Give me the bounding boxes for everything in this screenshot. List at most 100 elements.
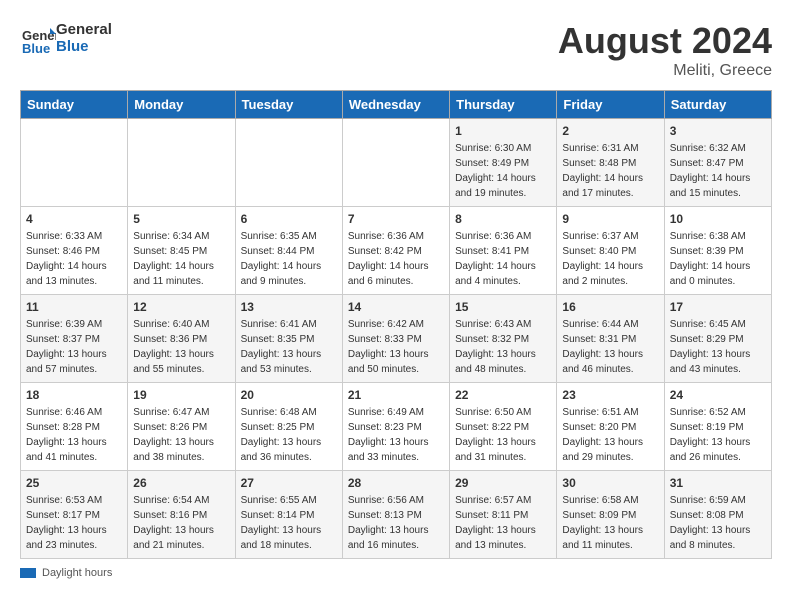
daylight-legend-box xyxy=(20,568,36,578)
day-info: Sunrise: 6:30 AMSunset: 8:49 PMDaylight:… xyxy=(455,141,551,201)
day-cell: 14 Sunrise: 6:42 AMSunset: 8:33 PMDayligh… xyxy=(342,295,449,383)
day-info: Sunrise: 6:52 AMSunset: 8:19 PMDaylight:… xyxy=(670,405,766,465)
svg-text:Blue: Blue xyxy=(22,41,50,56)
day-info: Sunrise: 6:31 AMSunset: 8:48 PMDaylight:… xyxy=(562,141,658,201)
logo-line1: General xyxy=(56,21,112,38)
day-cell: 10 Sunrise: 6:38 AMSunset: 8:39 PMDayligh… xyxy=(664,207,771,295)
day-number: 31 xyxy=(670,476,766,490)
day-info: Sunrise: 6:44 AMSunset: 8:31 PMDaylight:… xyxy=(562,317,658,377)
day-number: 15 xyxy=(455,300,551,314)
day-number: 28 xyxy=(348,476,444,490)
day-info: Sunrise: 6:37 AMSunset: 8:40 PMDaylight:… xyxy=(562,229,658,289)
day-info: Sunrise: 6:58 AMSunset: 8:09 PMDaylight:… xyxy=(562,493,658,553)
day-number: 7 xyxy=(348,212,444,226)
day-number: 1 xyxy=(455,124,551,138)
day-info: Sunrise: 6:51 AMSunset: 8:20 PMDaylight:… xyxy=(562,405,658,465)
day-number: 18 xyxy=(26,388,122,402)
day-cell: 12Sunrise: 6:40 AMSunset: 8:36 PMDayligh… xyxy=(128,295,235,383)
day-cell xyxy=(21,119,128,207)
day-cell: 13Sunrise: 6:41 AMSunset: 8:35 PMDayligh… xyxy=(235,295,342,383)
day-number: 17 xyxy=(670,300,766,314)
day-number: 4 xyxy=(26,212,122,226)
day-cell: 23Sunrise: 6:51 AMSunset: 8:20 PMDayligh… xyxy=(557,383,664,471)
day-cell: 16 Sunrise: 6:44 AMSunset: 8:31 PMDayligh… xyxy=(557,295,664,383)
day-cell: 7 Sunrise: 6:36 AMSunset: 8:42 PMDaylight… xyxy=(342,207,449,295)
day-number: 30 xyxy=(562,476,658,490)
day-cell: 21Sunrise: 6:49 AMSunset: 8:23 PMDayligh… xyxy=(342,383,449,471)
day-info: Sunrise: 6:39 AMSunset: 8:37 PMDaylight:… xyxy=(26,317,122,377)
page-header: General Blue General Blue August 2024 Me… xyxy=(20,20,772,80)
day-cell: 28 Sunrise: 6:56 AMSunset: 8:13 PMDayligh… xyxy=(342,471,449,559)
day-number: 22 xyxy=(455,388,551,402)
day-cell: 18 Sunrise: 6:46 AMSunset: 8:28 PMDayligh… xyxy=(21,383,128,471)
day-number: 12 xyxy=(133,300,229,314)
day-cell: 25Sunrise: 6:53 AMSunset: 8:17 PMDayligh… xyxy=(21,471,128,559)
day-info: Sunrise: 6:32 AMSunset: 8:47 PMDaylight:… xyxy=(670,141,766,201)
day-info: Sunrise: 6:56 AMSunset: 8:13 PMDaylight:… xyxy=(348,493,444,553)
header-monday: Monday xyxy=(128,91,235,119)
calendar-table: SundayMondayTuesdayWednesdayThursdayFrid… xyxy=(20,90,772,559)
header-saturday: Saturday xyxy=(664,91,771,119)
header-tuesday: Tuesday xyxy=(235,91,342,119)
main-title: August 2024 xyxy=(558,20,772,62)
header-friday: Friday xyxy=(557,91,664,119)
day-number: 9 xyxy=(562,212,658,226)
header-sunday: Sunday xyxy=(21,91,128,119)
day-number: 27 xyxy=(241,476,337,490)
day-info: Sunrise: 6:33 AMSunset: 8:46 PMDaylight:… xyxy=(26,229,122,289)
day-info: Sunrise: 6:38 AMSunset: 8:39 PMDaylight:… xyxy=(670,229,766,289)
day-info: Sunrise: 6:47 AMSunset: 8:26 PMDaylight:… xyxy=(133,405,229,465)
day-cell: 24Sunrise: 6:52 AMSunset: 8:19 PMDayligh… xyxy=(664,383,771,471)
day-info: Sunrise: 6:41 AMSunset: 8:35 PMDaylight:… xyxy=(241,317,337,377)
logo-icon: General Blue xyxy=(20,20,56,56)
week-row-4: 18 Sunrise: 6:46 AMSunset: 8:28 PMDayligh… xyxy=(21,383,772,471)
day-cell: 15Sunrise: 6:43 AMSunset: 8:32 PMDayligh… xyxy=(450,295,557,383)
day-cell: 17Sunrise: 6:45 AMSunset: 8:29 PMDayligh… xyxy=(664,295,771,383)
day-info: Sunrise: 6:57 AMSunset: 8:11 PMDaylight:… xyxy=(455,493,551,553)
day-number: 16 xyxy=(562,300,658,314)
day-info: Sunrise: 6:34 AMSunset: 8:45 PMDaylight:… xyxy=(133,229,229,289)
day-number: 5 xyxy=(133,212,229,226)
day-cell: 4 Sunrise: 6:33 AMSunset: 8:46 PMDaylight… xyxy=(21,207,128,295)
day-cell xyxy=(235,119,342,207)
day-cell: 3 Sunrise: 6:32 AMSunset: 8:47 PMDaylight… xyxy=(664,119,771,207)
day-cell xyxy=(128,119,235,207)
day-cell: 30 Sunrise: 6:58 AMSunset: 8:09 PMDayligh… xyxy=(557,471,664,559)
day-info: Sunrise: 6:36 AMSunset: 8:41 PMDaylight:… xyxy=(455,229,551,289)
day-number: 3 xyxy=(670,124,766,138)
day-cell: 9 Sunrise: 6:37 AMSunset: 8:40 PMDaylight… xyxy=(557,207,664,295)
day-cell: 8Sunrise: 6:36 AMSunset: 8:41 PMDaylight… xyxy=(450,207,557,295)
day-cell: 22 Sunrise: 6:50 AMSunset: 8:22 PMDayligh… xyxy=(450,383,557,471)
day-number: 11 xyxy=(26,300,122,314)
day-number: 29 xyxy=(455,476,551,490)
day-cell: 6 Sunrise: 6:35 AMSunset: 8:44 PMDaylight… xyxy=(235,207,342,295)
daylight-label: Daylight hours xyxy=(42,567,112,579)
footer: Daylight hours xyxy=(20,567,772,579)
day-number: 6 xyxy=(241,212,337,226)
day-cell: 2 Sunrise: 6:31 AMSunset: 8:48 PMDaylight… xyxy=(557,119,664,207)
day-cell: 27Sunrise: 6:55 AMSunset: 8:14 PMDayligh… xyxy=(235,471,342,559)
day-info: Sunrise: 6:50 AMSunset: 8:22 PMDaylight:… xyxy=(455,405,551,465)
day-number: 2 xyxy=(562,124,658,138)
day-cell xyxy=(342,119,449,207)
day-number: 19 xyxy=(133,388,229,402)
day-info: Sunrise: 6:54 AMSunset: 8:16 PMDaylight:… xyxy=(133,493,229,553)
day-info: Sunrise: 6:46 AMSunset: 8:28 PMDaylight:… xyxy=(26,405,122,465)
day-number: 26 xyxy=(133,476,229,490)
day-info: Sunrise: 6:53 AMSunset: 8:17 PMDaylight:… xyxy=(26,493,122,553)
week-row-3: 11 Sunrise: 6:39 AMSunset: 8:37 PMDayligh… xyxy=(21,295,772,383)
week-row-2: 4 Sunrise: 6:33 AMSunset: 8:46 PMDaylight… xyxy=(21,207,772,295)
day-info: Sunrise: 6:42 AMSunset: 8:33 PMDaylight:… xyxy=(348,317,444,377)
day-number: 14 xyxy=(348,300,444,314)
day-cell: 19 Sunrise: 6:47 AMSunset: 8:26 PMDayligh… xyxy=(128,383,235,471)
logo: General Blue General Blue xyxy=(20,20,112,56)
header-row: SundayMondayTuesdayWednesdayThursdayFrid… xyxy=(21,91,772,119)
day-info: Sunrise: 6:36 AMSunset: 8:42 PMDaylight:… xyxy=(348,229,444,289)
header-wednesday: Wednesday xyxy=(342,91,449,119)
day-number: 10 xyxy=(670,212,766,226)
day-cell: 26 Sunrise: 6:54 AMSunset: 8:16 PMDayligh… xyxy=(128,471,235,559)
day-info: Sunrise: 6:59 AMSunset: 8:08 PMDaylight:… xyxy=(670,493,766,553)
day-info: Sunrise: 6:35 AMSunset: 8:44 PMDaylight:… xyxy=(241,229,337,289)
day-cell: 29 Sunrise: 6:57 AMSunset: 8:11 PMDayligh… xyxy=(450,471,557,559)
week-row-5: 25Sunrise: 6:53 AMSunset: 8:17 PMDayligh… xyxy=(21,471,772,559)
